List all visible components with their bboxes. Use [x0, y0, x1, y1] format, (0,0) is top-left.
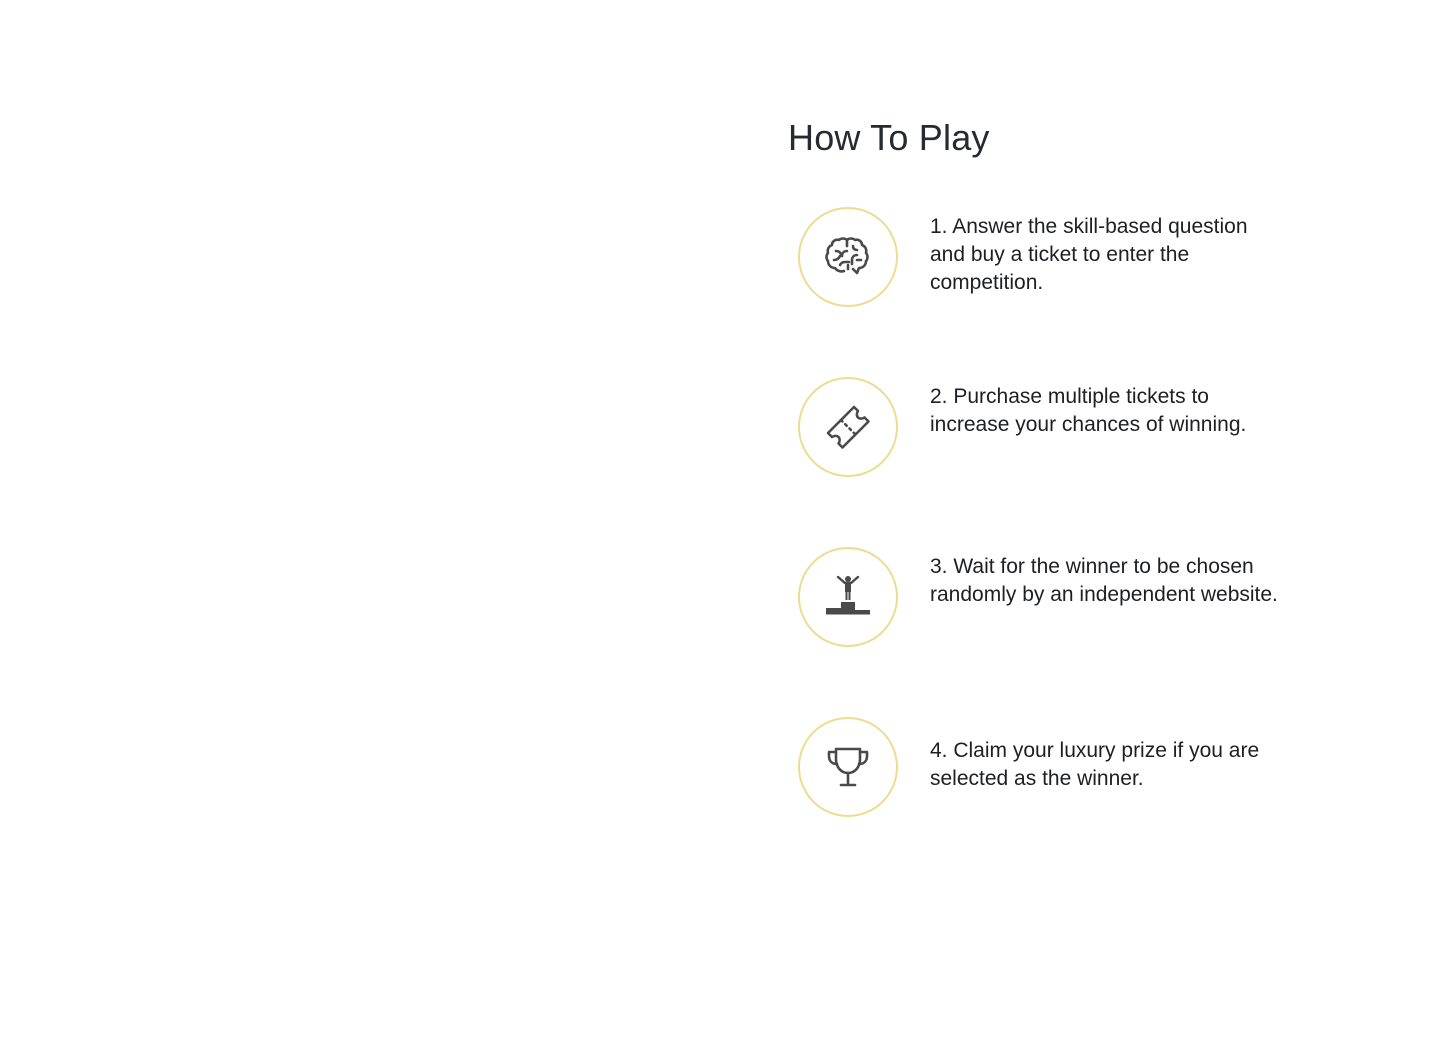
step-2: 2. Purchase multiple tickets to increase…	[798, 377, 1298, 477]
step-text: 2. Purchase multiple tickets to increase…	[930, 385, 1247, 436]
trophy-icon	[827, 747, 869, 787]
step-icon-circle	[798, 377, 898, 477]
step-icon-circle	[798, 547, 898, 647]
step-3: 3. Wait for the winner to be chosen rand…	[798, 547, 1298, 647]
step-text: 1. Answer the skill-based question and b…	[930, 215, 1248, 294]
podium-winner-icon	[826, 575, 870, 615]
step-1: 1. Answer the skill-based question and b…	[798, 207, 1298, 307]
step-4: 4. Claim your luxury prize if you are se…	[798, 717, 1298, 817]
step-icon-circle	[798, 207, 898, 307]
page: How To Play 1. Answer the skill-based qu…	[0, 0, 1440, 1043]
step-text: 3. Wait for the winner to be chosen rand…	[930, 555, 1278, 606]
step-text: 4. Claim your luxury prize if you are se…	[930, 739, 1260, 790]
section-title: How To Play	[788, 117, 990, 158]
ticket-icon	[826, 405, 870, 449]
step-icon-circle	[798, 717, 898, 817]
how-to-play-section: How To Play 1. Answer the skill-based qu…	[788, 112, 1308, 817]
brain-icon	[825, 237, 869, 275]
